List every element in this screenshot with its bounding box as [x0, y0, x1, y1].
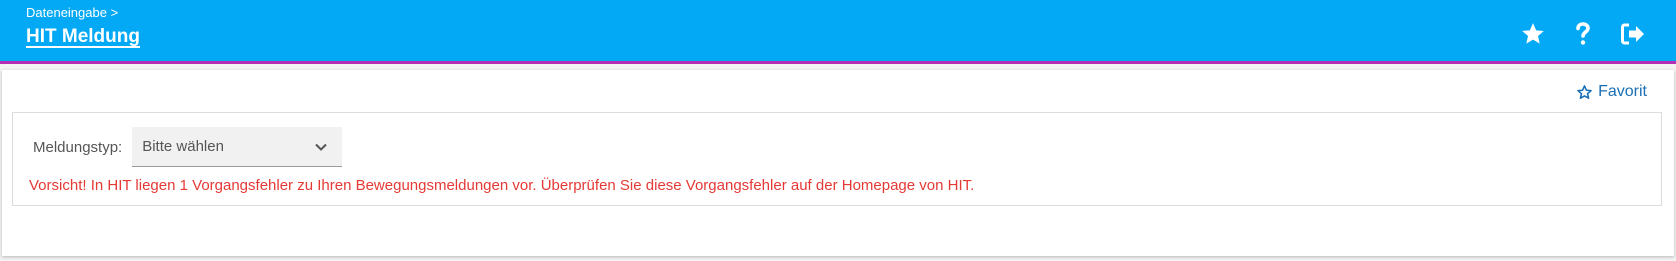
help-icon[interactable]: [1558, 18, 1608, 50]
favorite-button[interactable]: Favorit: [1576, 83, 1647, 101]
meldungstyp-label: Meldungstyp:: [33, 138, 123, 156]
form-panel: Meldungstyp: Bitte wählen Vorsicht! In H…: [12, 112, 1662, 206]
chevron-down-icon: [315, 143, 327, 151]
star-outline-icon: [1577, 84, 1592, 99]
meldungstyp-value: Bitte wählen: [142, 138, 224, 155]
app-header: Dateneingabe > HIT Meldung: [0, 0, 1676, 64]
header-actions: [1508, 18, 1658, 50]
meldungstyp-select[interactable]: Bitte wählen: [132, 127, 343, 167]
logout-icon[interactable]: [1608, 18, 1658, 50]
page-title[interactable]: HIT Meldung: [26, 26, 140, 48]
content-card: Favorit Meldungstyp: Bitte wählen Vorsic…: [2, 70, 1674, 256]
favorite-label: Favorit: [1598, 83, 1647, 100]
breadcrumb[interactable]: Dateneingabe >: [26, 5, 118, 20]
warning-message: Vorsicht! In HIT liegen 1 Vorgangsfehler…: [29, 177, 975, 194]
star-icon[interactable]: [1508, 18, 1558, 50]
meldungstyp-row: Meldungstyp: Bitte wählen: [33, 127, 343, 167]
